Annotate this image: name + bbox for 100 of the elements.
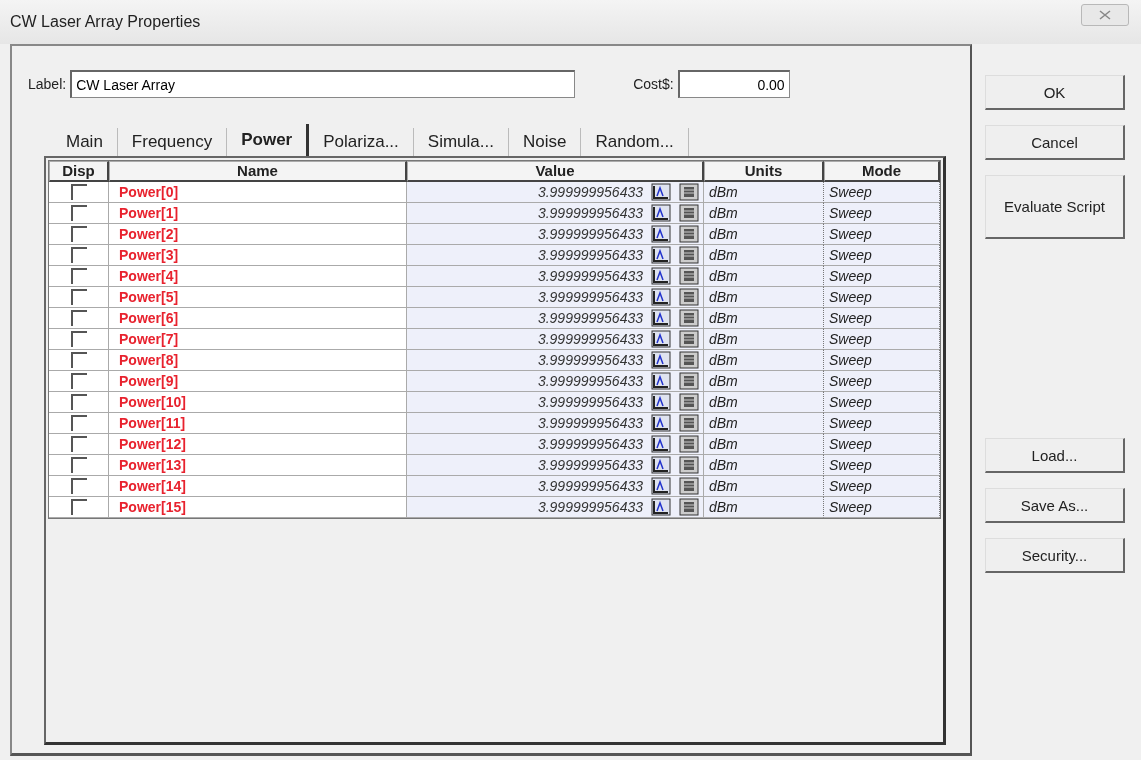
table-cell: Power[1] xyxy=(109,203,407,224)
table-cell: dBm xyxy=(704,203,824,224)
checkbox[interactable] xyxy=(70,247,87,263)
chart-icon[interactable] xyxy=(651,498,671,516)
table-cell: dBm xyxy=(704,371,824,392)
chart-icon[interactable] xyxy=(651,267,671,285)
checkbox[interactable] xyxy=(70,205,87,221)
field-label: Label: xyxy=(28,76,67,92)
list-icon[interactable] xyxy=(679,309,699,327)
table-cell: dBm xyxy=(704,434,824,455)
list-icon[interactable] xyxy=(679,267,699,285)
list-icon[interactable] xyxy=(679,393,699,411)
label-field[interactable]: CW Laser Array xyxy=(70,70,576,98)
checkbox[interactable] xyxy=(70,478,87,494)
table-cell: Sweep xyxy=(824,434,940,455)
table-cell: Sweep xyxy=(824,287,940,308)
chart-icon[interactable] xyxy=(651,372,671,390)
checkbox[interactable] xyxy=(70,415,87,431)
chart-icon[interactable] xyxy=(651,246,671,264)
table-cell: dBm xyxy=(704,350,824,371)
list-icon[interactable] xyxy=(679,435,699,453)
tab[interactable]: Noise xyxy=(508,128,582,156)
table-cell: Power[2] xyxy=(109,224,407,245)
tab[interactable]: Frequency xyxy=(117,128,228,156)
chart-icon[interactable] xyxy=(651,288,671,306)
list-icon[interactable] xyxy=(679,498,699,516)
tab[interactable]: Simula... xyxy=(413,128,509,156)
table-cell: Sweep xyxy=(824,224,940,245)
close-icon[interactable] xyxy=(1099,10,1111,20)
table-cell: Sweep xyxy=(824,266,940,287)
checkbox[interactable] xyxy=(70,310,87,326)
dialog-button[interactable]: Security... xyxy=(985,538,1125,573)
table-cell: dBm xyxy=(704,392,824,413)
table-cell: Power[4] xyxy=(109,266,407,287)
table-cell: Power[14] xyxy=(109,476,407,497)
chart-icon[interactable] xyxy=(651,456,671,474)
table-cell: dBm xyxy=(704,224,824,245)
list-icon[interactable] xyxy=(679,288,699,306)
checkbox[interactable] xyxy=(70,331,87,347)
table-cell: dBm xyxy=(704,329,824,350)
list-icon[interactable] xyxy=(679,477,699,495)
column-header: Mode xyxy=(824,161,940,182)
chart-icon[interactable] xyxy=(651,435,671,453)
tab[interactable]: Power xyxy=(227,124,310,156)
chart-icon[interactable] xyxy=(651,330,671,348)
table-cell: 3.999999956433 xyxy=(537,268,643,284)
table-cell: 3.999999956433 xyxy=(537,499,643,515)
table-cell: Power[8] xyxy=(109,350,407,371)
checkbox[interactable] xyxy=(70,184,87,200)
list-icon[interactable] xyxy=(679,351,699,369)
table-cell: 3.999999956433 xyxy=(537,226,643,242)
chart-icon[interactable] xyxy=(651,477,671,495)
dialog-button[interactable]: Load... xyxy=(985,438,1125,473)
dialog-button[interactable]: Evaluate Script xyxy=(985,175,1125,239)
table-cell: 3.999999956433 xyxy=(537,415,643,431)
table-cell: 3.999999956433 xyxy=(537,373,643,389)
tab[interactable]: Random... xyxy=(581,128,689,156)
list-icon[interactable] xyxy=(679,204,699,222)
table-cell: Sweep xyxy=(824,203,940,224)
checkbox[interactable] xyxy=(70,289,87,305)
cost-field[interactable]: 0.00 xyxy=(677,70,790,98)
table-cell: 3.999999956433 xyxy=(537,184,643,200)
table-cell: Sweep xyxy=(824,497,940,518)
table-cell: 3.999999956433 xyxy=(537,310,643,326)
table-cell: Sweep xyxy=(824,371,940,392)
list-icon[interactable] xyxy=(679,246,699,264)
checkbox[interactable] xyxy=(70,268,87,284)
checkbox[interactable] xyxy=(70,499,87,515)
chart-icon[interactable] xyxy=(651,183,671,201)
tab[interactable]: Main xyxy=(52,128,118,156)
table-cell: Sweep xyxy=(824,350,940,371)
list-icon[interactable] xyxy=(679,372,699,390)
table-cell: 3.999999956433 xyxy=(537,331,643,347)
checkbox[interactable] xyxy=(70,226,87,242)
checkbox[interactable] xyxy=(70,373,87,389)
checkbox[interactable] xyxy=(70,352,87,368)
table-cell: 3.999999956433 xyxy=(537,247,643,263)
table-cell: Power[9] xyxy=(109,371,407,392)
checkbox[interactable] xyxy=(70,394,87,410)
checkbox[interactable] xyxy=(70,457,87,473)
dialog-button[interactable]: OK xyxy=(985,75,1125,110)
chart-icon[interactable] xyxy=(651,309,671,327)
list-icon[interactable] xyxy=(679,330,699,348)
list-icon[interactable] xyxy=(679,183,699,201)
list-icon[interactable] xyxy=(679,456,699,474)
chart-icon[interactable] xyxy=(651,204,671,222)
dialog-button[interactable]: Cancel xyxy=(985,125,1125,160)
table-cell: Sweep xyxy=(824,245,940,266)
dialog-button[interactable]: Save As... xyxy=(985,488,1125,523)
chart-icon[interactable] xyxy=(651,225,671,243)
checkbox[interactable] xyxy=(70,436,87,452)
table-cell: Power[3] xyxy=(109,245,407,266)
list-icon[interactable] xyxy=(679,225,699,243)
chart-icon[interactable] xyxy=(651,393,671,411)
tab[interactable]: Polariza... xyxy=(309,128,414,156)
chart-icon[interactable] xyxy=(651,351,671,369)
list-icon[interactable] xyxy=(679,414,699,432)
table-cell: 3.999999956433 xyxy=(537,457,643,473)
chart-icon[interactable] xyxy=(651,414,671,432)
table-cell: Power[5] xyxy=(109,287,407,308)
